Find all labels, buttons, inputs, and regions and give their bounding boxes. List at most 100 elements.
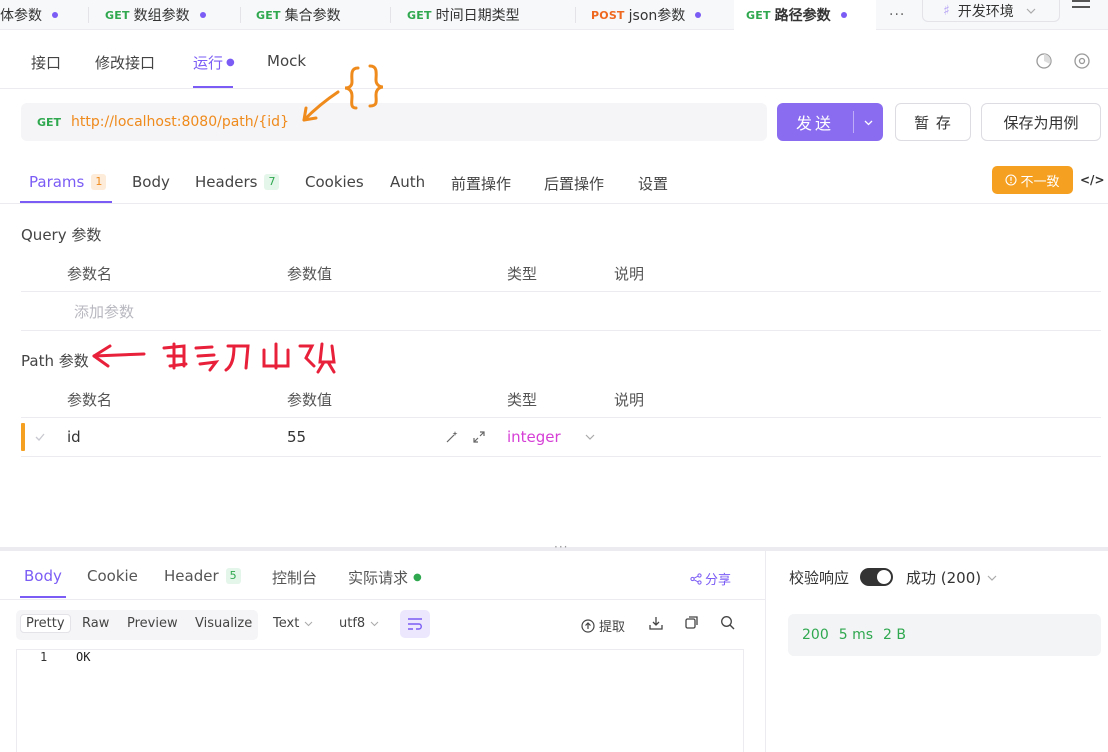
warning-label: 不一致 (1020, 174, 1060, 190)
required-marker (21, 423, 25, 451)
environment-selector[interactable]: ♯ 开发环境 (922, 0, 1060, 22)
subtab-run[interactable]: 运行 ● (193, 52, 235, 73)
tab-array-params[interactable]: GET 数组参数 (105, 0, 206, 30)
column-description: 说明 (614, 391, 645, 409)
subtab-edit-api[interactable]: 修改接口 (95, 52, 155, 73)
response-tab-header[interactable]: Header 5 (164, 567, 241, 585)
param-type-select[interactable]: integer (507, 428, 561, 446)
extract-button[interactable]: 提取 (581, 616, 625, 635)
response-size: 2 B (883, 627, 906, 643)
search-icon[interactable] (720, 615, 735, 630)
chevron-down-icon (304, 621, 313, 626)
tab-path-params[interactable]: GET 路径参数 (734, 0, 876, 30)
param-value[interactable]: 55 (287, 428, 306, 446)
format-preview[interactable]: Preview (127, 616, 178, 631)
line-number: 1 (40, 650, 48, 664)
send-button[interactable]: 发送 (777, 103, 883, 141)
more-tabs-button[interactable]: ··· (889, 0, 905, 30)
column-value: 参数值 (287, 391, 333, 409)
divider (0, 203, 1108, 204)
add-param-input[interactable]: 添加参数 (74, 301, 134, 322)
settings-icon[interactable] (1073, 52, 1091, 70)
validate-response-label: 校验响应 (789, 569, 850, 587)
method-badge: GET (407, 8, 432, 22)
tab-divider (390, 7, 391, 23)
drag-handle-icon[interactable]: ··· (554, 540, 568, 554)
divider (21, 417, 1101, 418)
tab-settings[interactable]: 设置 (638, 173, 668, 194)
format-raw[interactable]: Raw (82, 616, 109, 631)
tab-label: Headers (195, 173, 258, 191)
status-select[interactable]: 成功 (200) (906, 567, 997, 588)
validate-response-toggle[interactable] (860, 568, 893, 586)
expand-icon[interactable] (472, 430, 486, 444)
tab-pre-processors[interactable]: 前置操作 (451, 173, 511, 194)
annotation-auto-appear (92, 342, 336, 374)
method-badge: POST (591, 8, 625, 22)
history-icon[interactable] (1035, 52, 1053, 70)
tab-label: 体参数 (0, 8, 42, 24)
unsaved-dot (199, 12, 206, 18)
response-time: 5 ms (838, 627, 874, 643)
wrap-lines-button[interactable] (400, 610, 430, 638)
tab-label: 数组参数 (133, 8, 190, 24)
menu-icon[interactable] (1072, 0, 1090, 14)
subtab-api[interactable]: 接口 (31, 52, 61, 73)
method-badge: GET (37, 115, 62, 129)
response-tab-body[interactable]: Body (24, 567, 62, 585)
tab-divider (88, 7, 89, 23)
environment-label: 开发环境 (957, 3, 1014, 20)
save-as-case-button[interactable]: 保存为用例 (981, 103, 1101, 141)
method-badge: GET (746, 8, 771, 22)
format-visualize[interactable]: Visualize (195, 616, 252, 631)
magic-wand-icon[interactable] (445, 430, 459, 444)
tab-post-processors[interactable]: 后置操作 (544, 173, 604, 194)
tab-headers[interactable]: Headers 7 (195, 173, 280, 191)
download-icon[interactable] (648, 616, 664, 631)
tab-cookies[interactable]: Cookies (305, 173, 364, 191)
tab-json-params[interactable]: POST json参数 (591, 0, 702, 30)
tab-label: json参数 (628, 8, 686, 24)
response-body-editor[interactable] (16, 649, 744, 752)
tab-divider (240, 7, 241, 23)
encoding-select[interactable]: utf8 (339, 616, 379, 631)
toggle-knob (877, 570, 891, 584)
response-tab-cookie[interactable]: Cookie (87, 567, 138, 585)
tab-datetime-type[interactable]: GET 时间日期类型 (407, 0, 520, 30)
response-body-text: OK (76, 650, 91, 664)
response-summary: 200 5 ms 2 B (788, 614, 1101, 656)
url-input[interactable]: http://localhost:8080/path/{id} (71, 114, 289, 130)
active-tab-indicator (20, 596, 66, 598)
inconsistent-warning-button[interactable]: 不一致 (992, 166, 1073, 194)
share-label: 分享 (705, 573, 732, 588)
annotation-arrow-braces (302, 64, 384, 122)
response-tab-actual-request[interactable]: 实际请求 ● (348, 567, 422, 588)
send-options-chevron-icon[interactable] (854, 115, 883, 129)
save-temp-button[interactable]: 暂 存 (895, 103, 971, 141)
tab-params[interactable]: Params 1 (29, 173, 107, 191)
text-type-select[interactable]: Text (273, 616, 313, 631)
tab-collection-params[interactable]: GET 集合参数 (256, 0, 341, 30)
tab-body[interactable]: Body (132, 173, 170, 191)
tab-body-params[interactable]: 体参数 (0, 0, 58, 30)
count-badge: 5 (225, 568, 241, 584)
share-button[interactable]: 分享 (690, 569, 731, 588)
unsaved-dot (52, 12, 58, 18)
checkbox-check-icon[interactable] (34, 431, 46, 443)
chevron-down-icon[interactable] (585, 434, 595, 440)
divider (21, 330, 1101, 331)
wrap-lines-icon (408, 618, 422, 630)
chevron-down-icon (370, 621, 379, 626)
format-pretty[interactable]: Pretty (20, 614, 71, 633)
param-name[interactable]: id (67, 428, 81, 446)
copy-icon[interactable] (684, 615, 699, 630)
column-type: 类型 (507, 391, 538, 409)
tab-auth[interactable]: Auth (390, 173, 425, 191)
divider (0, 599, 765, 600)
unsaved-dot (840, 12, 847, 18)
code-view-icon[interactable]: </> (1080, 173, 1105, 187)
chevron-down-icon (987, 575, 997, 581)
tab-label: Header (164, 567, 219, 585)
response-tab-console[interactable]: 控制台 (272, 567, 317, 588)
divider (0, 88, 1108, 89)
